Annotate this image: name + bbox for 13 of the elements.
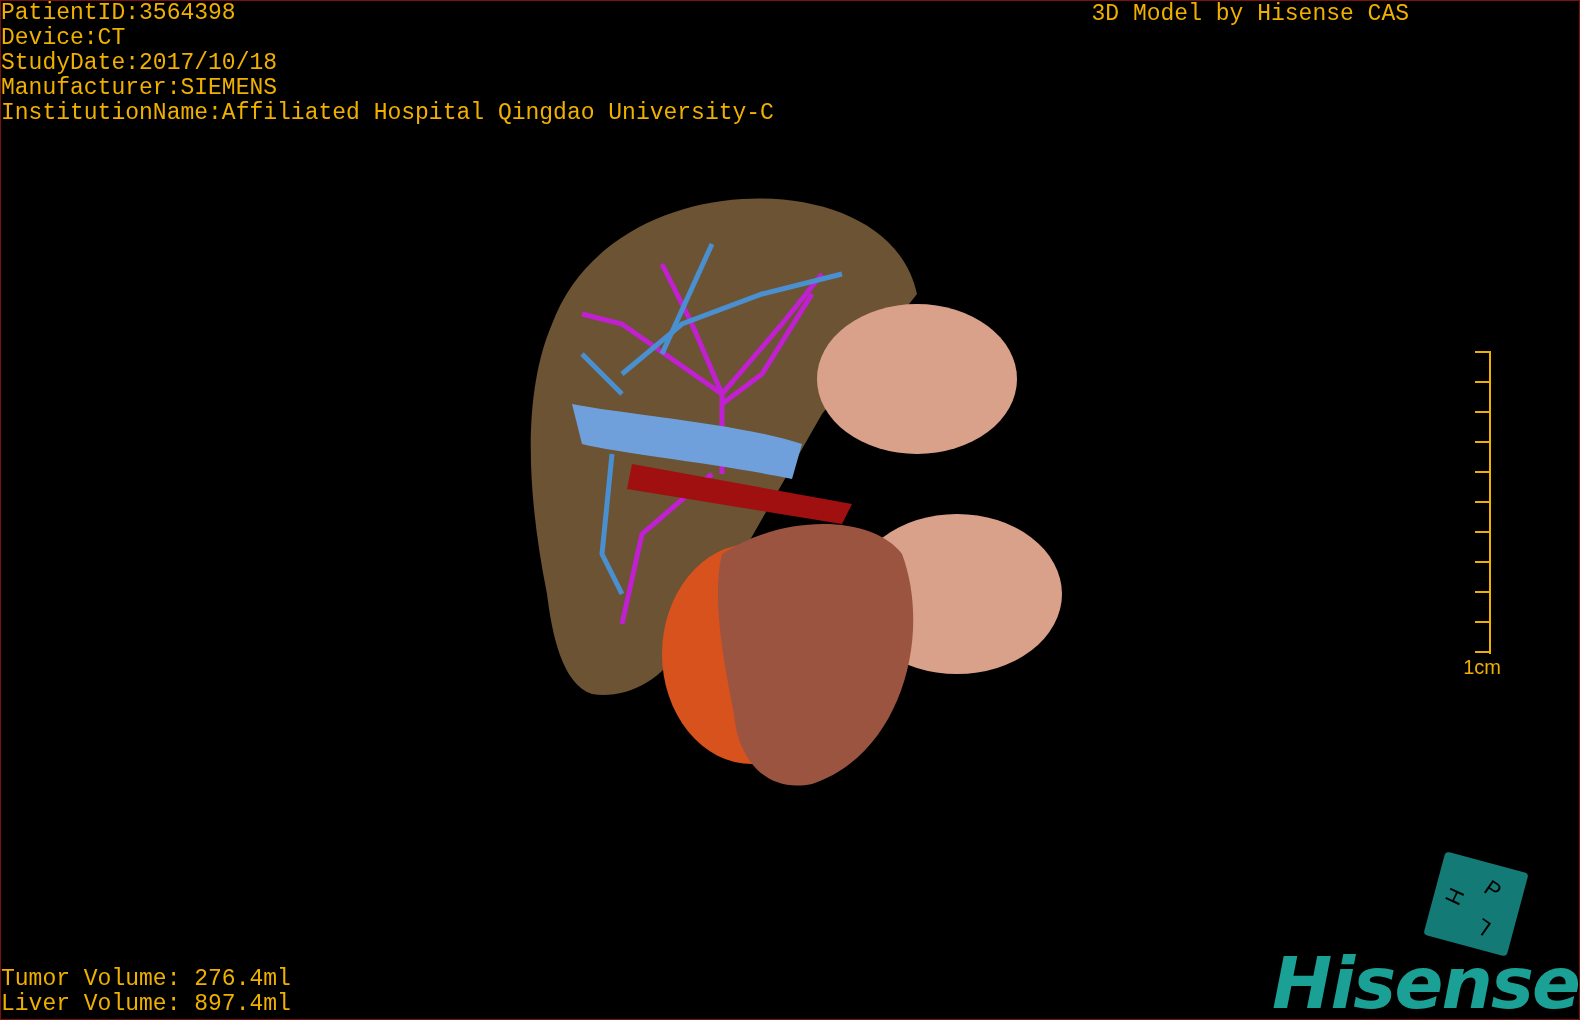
cube-face-label: L xyxy=(1472,914,1495,940)
study-info-line: Manufacturer:SIEMENS xyxy=(1,76,279,101)
study-info-line: Device:CT xyxy=(1,26,127,51)
scale-label: 1cm xyxy=(1463,655,1501,678)
study-info-line: StudyDate:2017/10/18 xyxy=(1,51,279,76)
volume-reading: Tumor Volume: 276.4ml xyxy=(1,967,291,992)
viewer-title: 3D Model by Hisense CAS xyxy=(1091,2,1409,29)
study-info-line: InstitutionName:Affiliated Hospital Qingdao University-C xyxy=(1,101,774,126)
orientation-cube[interactable]: P H L xyxy=(1423,851,1529,957)
volume-reading: Liver Volume: 897.4ml xyxy=(1,992,291,1017)
cube-face-label: H xyxy=(1440,884,1468,908)
cube-face-label: P xyxy=(1480,876,1505,904)
study-info-line: PatientID:3564398 xyxy=(1,1,237,26)
